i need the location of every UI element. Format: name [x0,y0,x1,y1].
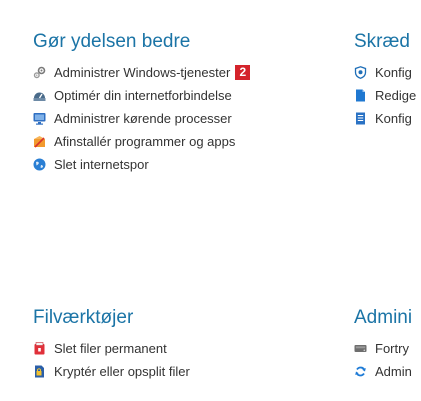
document-list-icon [354,112,367,125]
customize-section: Skræd Konfig Redige Konfig [354,30,416,131]
document-edit-icon [354,89,367,102]
item-label: Administrer kørende processer [54,110,232,126]
item-edit[interactable]: Redige [354,85,416,105]
admin-section-title: Admini [354,307,413,328]
item-label: Admin [375,363,412,379]
performance-section-title: Gør ydelsen bedre [33,31,191,52]
speedometer-icon [33,89,46,102]
item-label: Kryptér eller opsplit filer [54,363,190,379]
drive-icon [354,342,367,355]
item-encrypt-or-split-files[interactable]: Kryptér eller opsplit filer [33,361,190,381]
item-label: Fortry [375,340,409,356]
performance-section: Gør ydelsen bedre Administrer Windows-tj… [33,30,251,177]
performance-list: Administrer Windows-tjenester 2 Optimér … [33,62,251,174]
item-label: Konfig [375,64,412,80]
gears-icon [33,66,46,79]
item-label: Afinstallér programmer og apps [54,133,236,149]
file-tools-section-title: Filværktøjer [33,307,134,328]
item-optimize-internet-connection[interactable]: Optimér din internetforbindelse [33,85,250,105]
item-delete-internet-traces[interactable]: Slet internetspor [33,154,250,174]
shield-icon [354,65,367,79]
shredder-icon [33,341,46,355]
item-manage-windows-services[interactable]: Administrer Windows-tjenester 2 [33,62,251,82]
admin-section: Admini Fortry Admin [354,306,412,384]
item-uninstall-programs[interactable]: Afinstallér programmer og apps [33,131,250,151]
admin-list: Fortry Admin [354,338,412,381]
item-admin[interactable]: Admin [354,361,412,381]
tools-panel: Gør ydelsen bedre Administrer Windows-tj… [0,0,421,401]
monitor-icon [33,112,46,125]
item-manage-running-processes[interactable]: Administrer kørende processer [33,108,250,128]
item-delete-files-permanently[interactable]: Slet filer permanent [33,338,190,358]
callout-number-badge: 2 [235,64,251,80]
file-tools-list: Slet filer permanent Kryptér eller opspl… [33,338,190,381]
encrypt-file-icon [33,365,46,378]
item-label: Administrer Windows-tjenester [54,64,231,80]
item-label: Konfig [375,110,412,126]
item-label: Optimér din internetforbindelse [54,87,232,103]
item-label: Slet filer permanent [54,340,167,356]
refresh-icon [354,365,367,378]
item-label: Slet internetspor [54,156,149,172]
uninstall-box-icon [33,135,46,148]
globe-icon [33,158,46,171]
customize-section-title: Skræd [354,31,410,52]
file-tools-section: Filværktøjer Slet filer permanent Krypté… [33,306,190,384]
customize-list: Konfig Redige Konfig [354,62,416,128]
item-undo[interactable]: Fortry [354,338,412,358]
item-configure[interactable]: Konfig [354,108,416,128]
item-configure-security[interactable]: Konfig [354,62,416,82]
item-label: Redige [375,87,417,103]
